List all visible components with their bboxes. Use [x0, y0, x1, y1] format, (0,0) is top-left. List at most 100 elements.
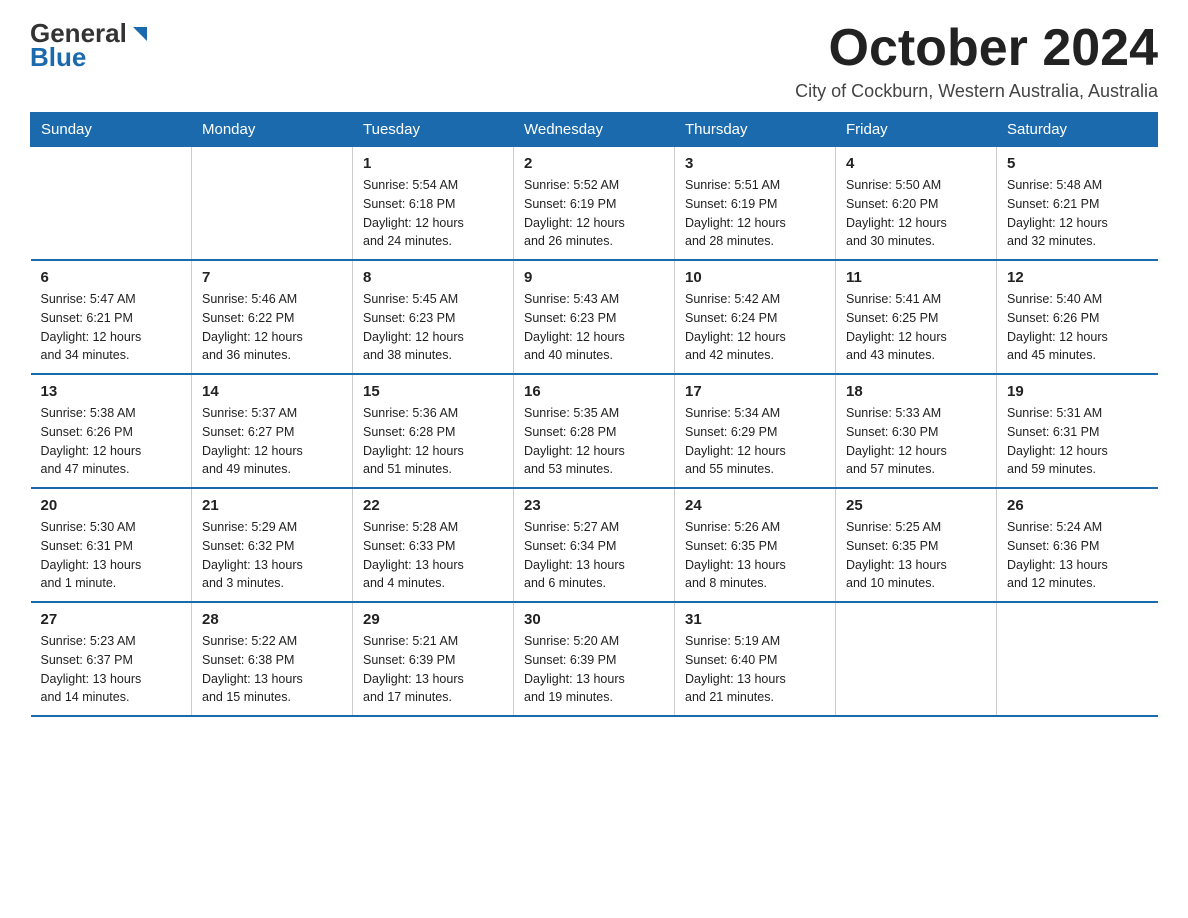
day-number: 5: [1007, 155, 1148, 172]
day-info: Sunrise: 5:26 AM Sunset: 6:35 PM Dayligh…: [685, 518, 825, 593]
day-info: Sunrise: 5:33 AM Sunset: 6:30 PM Dayligh…: [846, 404, 986, 479]
day-number: 27: [41, 611, 182, 628]
day-info: Sunrise: 5:48 AM Sunset: 6:21 PM Dayligh…: [1007, 176, 1148, 251]
calendar-cell: 15Sunrise: 5:36 AM Sunset: 6:28 PM Dayli…: [353, 374, 514, 488]
calendar-cell: [997, 602, 1158, 716]
day-number: 1: [363, 155, 503, 172]
header-thursday: Thursday: [675, 113, 836, 147]
logo-blue-text: Blue: [30, 44, 86, 70]
calendar-cell: 4 Sunrise: 5:50 AM Sunset: 6:20 PM Daylig…: [836, 147, 997, 261]
subtitle: City of Cockburn, Western Australia, Aus…: [795, 81, 1158, 102]
calendar-cell: 14Sunrise: 5:37 AM Sunset: 6:27 PM Dayli…: [192, 374, 353, 488]
day-number: 2: [524, 155, 664, 172]
day-number: 9: [524, 269, 664, 286]
calendar-cell: 5 Sunrise: 5:48 AM Sunset: 6:21 PM Daylig…: [997, 147, 1158, 261]
day-number: 24: [685, 497, 825, 514]
day-info: Sunrise: 5:22 AM Sunset: 6:38 PM Dayligh…: [202, 632, 342, 707]
day-number: 29: [363, 611, 503, 628]
day-info: Sunrise: 5:50 AM Sunset: 6:20 PM Dayligh…: [846, 176, 986, 251]
day-info: Sunrise: 5:37 AM Sunset: 6:27 PM Dayligh…: [202, 404, 342, 479]
day-info: Sunrise: 5:45 AM Sunset: 6:23 PM Dayligh…: [363, 290, 503, 365]
header-tuesday: Tuesday: [353, 113, 514, 147]
day-number: 16: [524, 383, 664, 400]
header-wednesday: Wednesday: [514, 113, 675, 147]
calendar-cell: [31, 147, 192, 261]
day-number: 30: [524, 611, 664, 628]
day-number: 28: [202, 611, 342, 628]
calendar-cell: 2Sunrise: 5:52 AM Sunset: 6:19 PM Daylig…: [514, 147, 675, 261]
calendar-cell: 6 Sunrise: 5:47 AM Sunset: 6:21 PM Daylig…: [31, 260, 192, 374]
header-sunday: Sunday: [31, 113, 192, 147]
calendar-week-row: 13 Sunrise: 5:38 AM Sunset: 6:26 PM Dayli…: [31, 374, 1158, 488]
calendar-cell: [192, 147, 353, 261]
calendar-cell: 7 Sunrise: 5:46 AM Sunset: 6:22 PM Daylig…: [192, 260, 353, 374]
title-block: October 2024 City of Cockburn, Western A…: [795, 20, 1158, 102]
day-number: 4: [846, 155, 986, 172]
day-number: 17: [685, 383, 825, 400]
day-info: Sunrise: 5:21 AM Sunset: 6:39 PM Dayligh…: [363, 632, 503, 707]
day-info: Sunrise: 5:51 AM Sunset: 6:19 PM Dayligh…: [685, 176, 825, 251]
day-info: Sunrise: 5:23 AM Sunset: 6:37 PM Dayligh…: [41, 632, 182, 707]
calendar-cell: 21 Sunrise: 5:29 AM Sunset: 6:32 PM Dayli…: [192, 488, 353, 602]
day-number: 20: [41, 497, 182, 514]
calendar-cell: 29 Sunrise: 5:21 AM Sunset: 6:39 PM Dayli…: [353, 602, 514, 716]
day-info: Sunrise: 5:41 AM Sunset: 6:25 PM Dayligh…: [846, 290, 986, 365]
day-number: 11: [846, 269, 986, 286]
day-info: Sunrise: 5:46 AM Sunset: 6:22 PM Dayligh…: [202, 290, 342, 365]
day-info: Sunrise: 5:47 AM Sunset: 6:21 PM Dayligh…: [41, 290, 182, 365]
calendar-cell: 24 Sunrise: 5:26 AM Sunset: 6:35 PM Dayli…: [675, 488, 836, 602]
calendar-cell: 12Sunrise: 5:40 AM Sunset: 6:26 PM Dayli…: [997, 260, 1158, 374]
day-info: Sunrise: 5:42 AM Sunset: 6:24 PM Dayligh…: [685, 290, 825, 365]
calendar-cell: 22 Sunrise: 5:28 AM Sunset: 6:33 PM Dayli…: [353, 488, 514, 602]
day-number: 22: [363, 497, 503, 514]
calendar-cell: 10Sunrise: 5:42 AM Sunset: 6:24 PM Dayli…: [675, 260, 836, 374]
day-info: Sunrise: 5:36 AM Sunset: 6:28 PM Dayligh…: [363, 404, 503, 479]
day-info: Sunrise: 5:31 AM Sunset: 6:31 PM Dayligh…: [1007, 404, 1148, 479]
calendar-cell: 18Sunrise: 5:33 AM Sunset: 6:30 PM Dayli…: [836, 374, 997, 488]
day-number: 6: [41, 269, 182, 286]
day-number: 12: [1007, 269, 1148, 286]
logo-triangle-icon: [129, 23, 151, 45]
day-number: 3: [685, 155, 825, 172]
day-info: Sunrise: 5:20 AM Sunset: 6:39 PM Dayligh…: [524, 632, 664, 707]
day-info: Sunrise: 5:43 AM Sunset: 6:23 PM Dayligh…: [524, 290, 664, 365]
day-info: Sunrise: 5:54 AM Sunset: 6:18 PM Dayligh…: [363, 176, 503, 251]
day-info: Sunrise: 5:38 AM Sunset: 6:26 PM Dayligh…: [41, 404, 182, 479]
calendar-cell: 27 Sunrise: 5:23 AM Sunset: 6:37 PM Dayli…: [31, 602, 192, 716]
header-monday: Monday: [192, 113, 353, 147]
day-number: 13: [41, 383, 182, 400]
day-number: 31: [685, 611, 825, 628]
day-number: 21: [202, 497, 342, 514]
calendar-week-row: 6 Sunrise: 5:47 AM Sunset: 6:21 PM Daylig…: [31, 260, 1158, 374]
calendar-cell: 16Sunrise: 5:35 AM Sunset: 6:28 PM Dayli…: [514, 374, 675, 488]
calendar-cell: 25Sunrise: 5:25 AM Sunset: 6:35 PM Dayli…: [836, 488, 997, 602]
calendar-cell: 30 Sunrise: 5:20 AM Sunset: 6:39 PM Dayli…: [514, 602, 675, 716]
day-info: Sunrise: 5:29 AM Sunset: 6:32 PM Dayligh…: [202, 518, 342, 593]
calendar-cell: 3 Sunrise: 5:51 AM Sunset: 6:19 PM Daylig…: [675, 147, 836, 261]
calendar-cell: 13 Sunrise: 5:38 AM Sunset: 6:26 PM Dayli…: [31, 374, 192, 488]
calendar-cell: 26 Sunrise: 5:24 AM Sunset: 6:36 PM Dayli…: [997, 488, 1158, 602]
calendar-header-row: SundayMondayTuesdayWednesdayThursdayFrid…: [31, 113, 1158, 147]
day-info: Sunrise: 5:28 AM Sunset: 6:33 PM Dayligh…: [363, 518, 503, 593]
header: General Blue October 2024 City of Cockbu…: [30, 20, 1158, 102]
calendar-table: SundayMondayTuesdayWednesdayThursdayFrid…: [30, 112, 1158, 717]
logo: General Blue: [30, 20, 151, 70]
calendar-cell: 20 Sunrise: 5:30 AM Sunset: 6:31 PM Dayli…: [31, 488, 192, 602]
day-info: Sunrise: 5:27 AM Sunset: 6:34 PM Dayligh…: [524, 518, 664, 593]
calendar-cell: 31Sunrise: 5:19 AM Sunset: 6:40 PM Dayli…: [675, 602, 836, 716]
calendar-cell: 23 Sunrise: 5:27 AM Sunset: 6:34 PM Dayli…: [514, 488, 675, 602]
header-friday: Friday: [836, 113, 997, 147]
month-title: October 2024: [795, 20, 1158, 77]
day-number: 26: [1007, 497, 1148, 514]
day-number: 7: [202, 269, 342, 286]
calendar-cell: 11 Sunrise: 5:41 AM Sunset: 6:25 PM Dayli…: [836, 260, 997, 374]
day-number: 19: [1007, 383, 1148, 400]
day-info: Sunrise: 5:24 AM Sunset: 6:36 PM Dayligh…: [1007, 518, 1148, 593]
calendar-cell: 8 Sunrise: 5:45 AM Sunset: 6:23 PM Daylig…: [353, 260, 514, 374]
day-info: Sunrise: 5:30 AM Sunset: 6:31 PM Dayligh…: [41, 518, 182, 593]
calendar-cell: 17Sunrise: 5:34 AM Sunset: 6:29 PM Dayli…: [675, 374, 836, 488]
day-number: 23: [524, 497, 664, 514]
calendar-week-row: 27 Sunrise: 5:23 AM Sunset: 6:37 PM Dayli…: [31, 602, 1158, 716]
day-number: 8: [363, 269, 503, 286]
calendar-cell: 28 Sunrise: 5:22 AM Sunset: 6:38 PM Dayli…: [192, 602, 353, 716]
